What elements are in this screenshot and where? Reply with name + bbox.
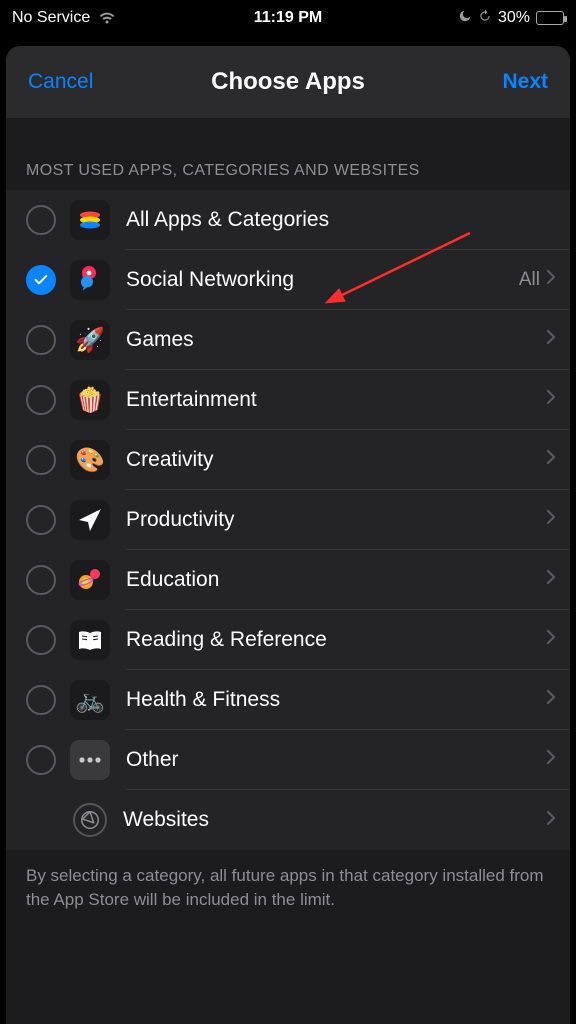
next-button[interactable]: Next xyxy=(365,70,548,94)
creativity-icon: 🎨 xyxy=(70,440,110,480)
chevron-right-icon xyxy=(546,509,556,530)
row-label: All Apps & Categories xyxy=(126,208,556,232)
entertainment-icon: 🍿 xyxy=(70,380,110,420)
row-all-apps[interactable]: All Apps & Categories xyxy=(6,190,570,250)
checkbox-social[interactable] xyxy=(26,265,56,295)
navbar: Cancel Choose Apps Next xyxy=(6,46,570,118)
checkbox-creativity[interactable] xyxy=(26,445,56,475)
row-social-networking[interactable]: Social Networking All xyxy=(6,250,570,310)
checkbox-health[interactable] xyxy=(26,685,56,715)
chevron-right-icon xyxy=(546,269,556,290)
wifi-icon xyxy=(98,11,116,25)
row-education[interactable]: Education xyxy=(6,550,570,610)
row-label: Other xyxy=(126,748,546,772)
chevron-right-icon xyxy=(546,449,556,470)
social-icon xyxy=(70,260,110,300)
row-label: Websites xyxy=(123,808,546,832)
row-creativity[interactable]: 🎨 Creativity xyxy=(6,430,570,490)
education-icon xyxy=(70,560,110,600)
section-header-wrap: MOST USED APPS, CATEGORIES AND WEBSITES xyxy=(6,118,570,190)
checkbox-entertainment[interactable] xyxy=(26,385,56,415)
health-icon: 🚲 xyxy=(70,680,110,720)
choose-apps-sheet: Cancel Choose Apps Next MOST USED APPS, … xyxy=(6,46,570,1024)
chevron-right-icon xyxy=(546,810,556,831)
carrier-text: No Service xyxy=(12,9,90,27)
all-apps-icon xyxy=(70,200,110,240)
checkbox-all-apps[interactable] xyxy=(26,205,56,235)
category-list: All Apps & Categories Social Networking … xyxy=(6,190,570,850)
row-detail: All xyxy=(519,269,540,291)
row-label: Productivity xyxy=(126,508,546,532)
row-label: Reading & Reference xyxy=(126,628,546,652)
other-icon xyxy=(70,740,110,780)
chevron-right-icon xyxy=(546,389,556,410)
row-label: Games xyxy=(126,328,546,352)
checkbox-other[interactable] xyxy=(26,745,56,775)
orientation-lock-icon xyxy=(478,9,492,28)
row-label: Creativity xyxy=(126,448,546,472)
row-reading[interactable]: Reading & Reference xyxy=(6,610,570,670)
chevron-right-icon xyxy=(546,689,556,710)
status-time: 11:19 PM xyxy=(196,9,380,27)
row-websites[interactable]: Websites xyxy=(6,790,570,850)
row-games[interactable]: 🚀 Games xyxy=(6,310,570,370)
row-label: Entertainment xyxy=(126,388,546,412)
battery-icon xyxy=(536,11,564,25)
chevron-right-icon xyxy=(546,329,556,350)
websites-icon xyxy=(73,803,107,837)
row-other[interactable]: Other xyxy=(6,730,570,790)
checkbox-reading[interactable] xyxy=(26,625,56,655)
footer-note: By selecting a category, all future apps… xyxy=(6,850,570,1024)
status-bar: No Service 11:19 PM 30% xyxy=(0,0,576,36)
battery-percent: 30% xyxy=(498,9,530,27)
row-health[interactable]: 🚲 Health & Fitness xyxy=(6,670,570,730)
chevron-right-icon xyxy=(546,749,556,770)
row-entertainment[interactable]: 🍿 Entertainment xyxy=(6,370,570,430)
row-label: Health & Fitness xyxy=(126,688,546,712)
cancel-button[interactable]: Cancel xyxy=(28,70,211,94)
checkbox-productivity[interactable] xyxy=(26,505,56,535)
dnd-icon xyxy=(458,9,472,28)
reading-icon xyxy=(70,620,110,660)
checkbox-games[interactable] xyxy=(26,325,56,355)
section-header: MOST USED APPS, CATEGORIES AND WEBSITES xyxy=(6,162,570,190)
checkbox-education[interactable] xyxy=(26,565,56,595)
row-label: Education xyxy=(126,568,546,592)
row-productivity[interactable]: Productivity xyxy=(6,490,570,550)
row-label: Social Networking xyxy=(126,268,519,292)
productivity-icon xyxy=(70,500,110,540)
page-title: Choose Apps xyxy=(211,68,365,96)
chevron-right-icon xyxy=(546,629,556,650)
chevron-right-icon xyxy=(546,569,556,590)
games-icon: 🚀 xyxy=(70,320,110,360)
